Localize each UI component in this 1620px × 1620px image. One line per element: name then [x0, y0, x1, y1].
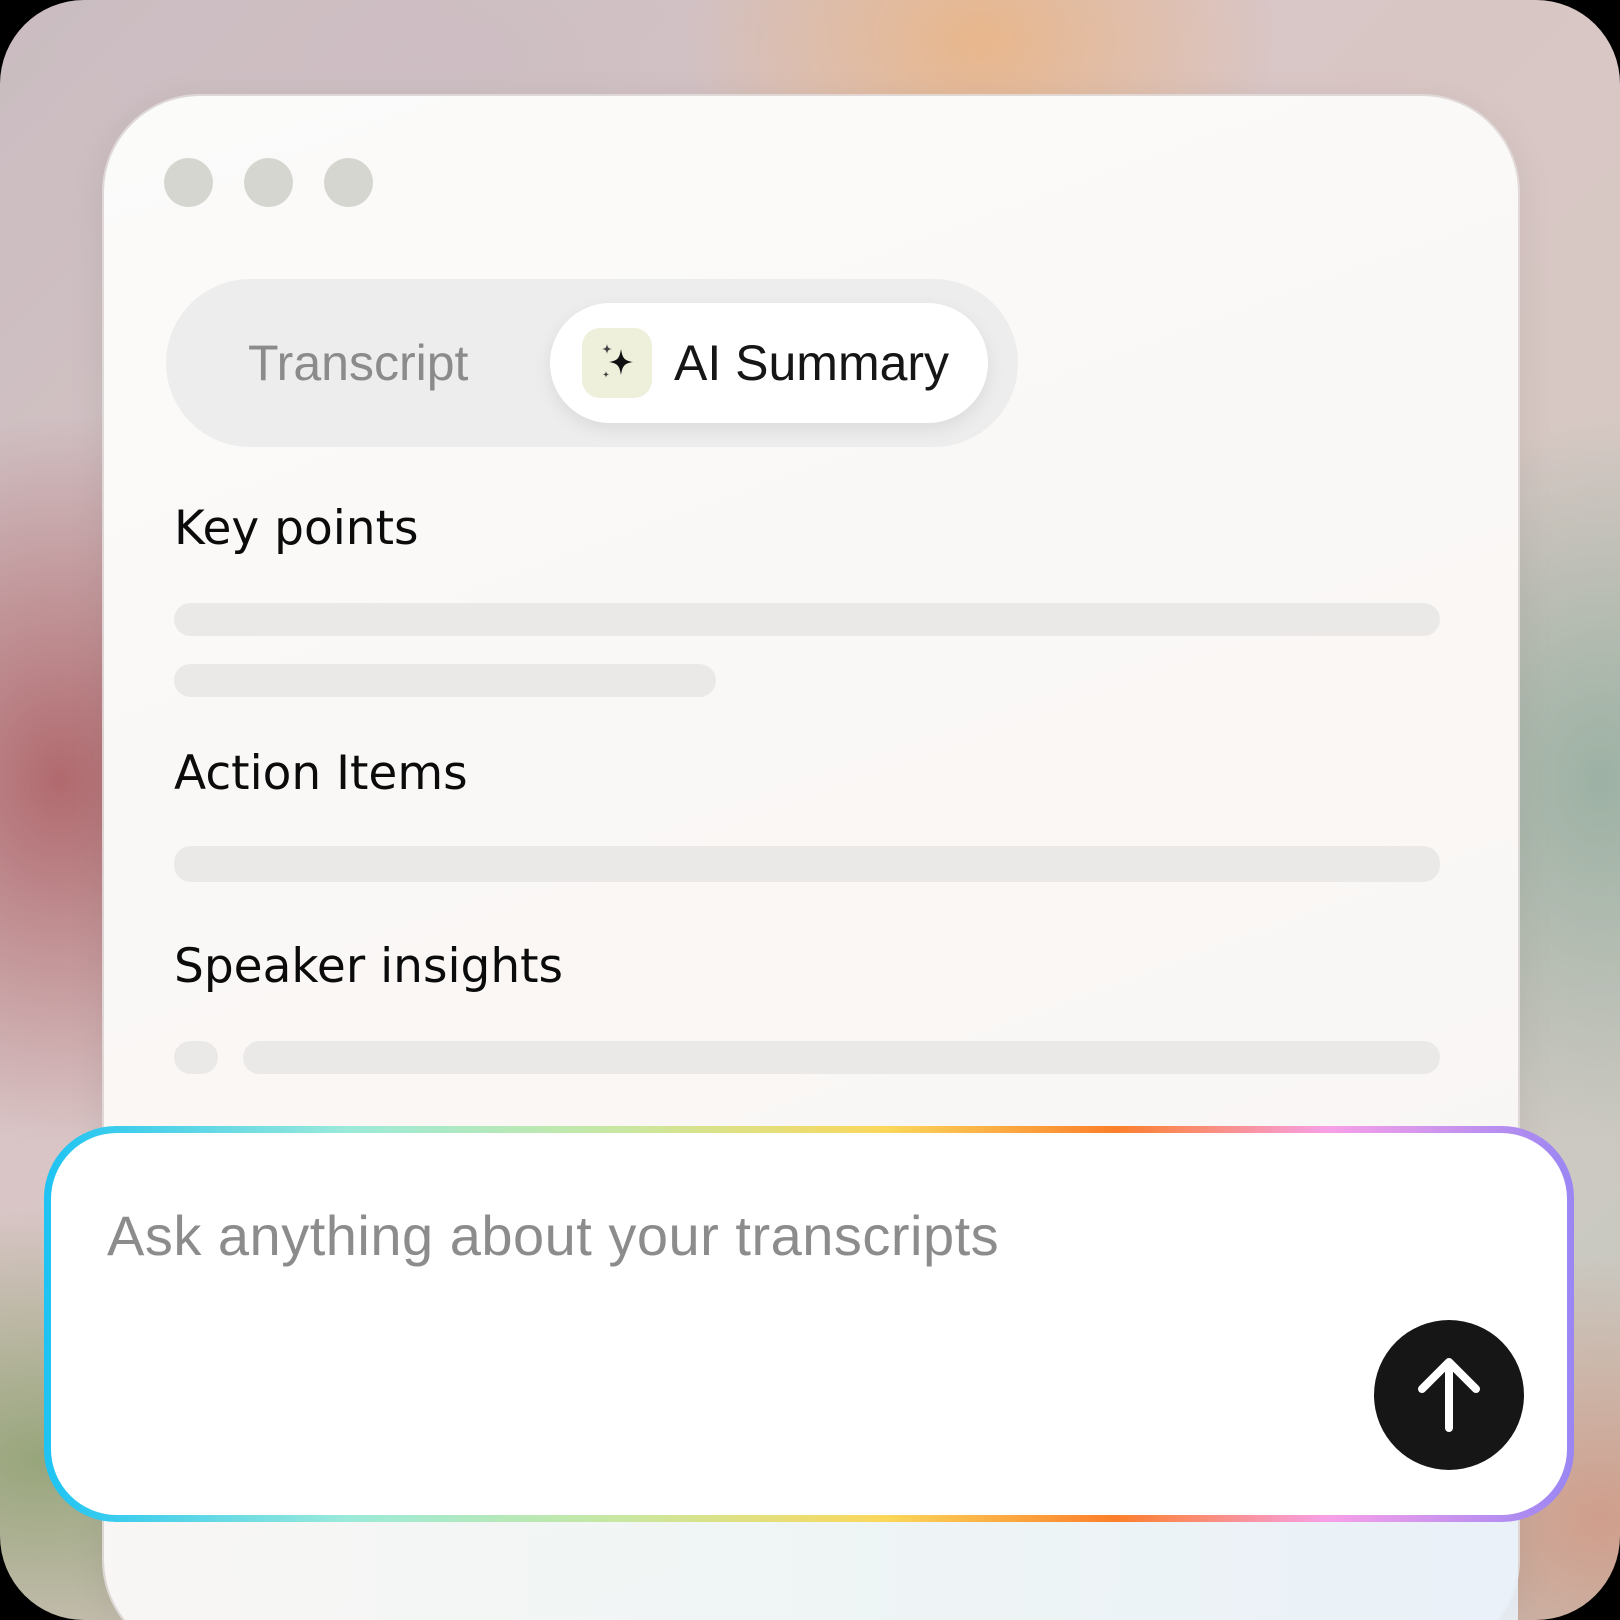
window-dot[interactable] [244, 158, 293, 207]
window-dot[interactable] [324, 158, 373, 207]
tab-transcript-label: Transcript [248, 335, 469, 391]
app-frame: Transcript AI Summary Key points Action … [0, 0, 1620, 1620]
sparkle-icon [582, 328, 652, 398]
tab-transcript[interactable]: Transcript [248, 279, 468, 447]
view-toggle: Transcript AI Summary [166, 279, 1018, 447]
speaker-avatar-placeholder [174, 1041, 218, 1074]
section-title-action-items: Action Items [174, 746, 468, 801]
placeholder-line [174, 664, 716, 697]
section-title-speaker-insights: Speaker insights [174, 939, 564, 994]
send-button[interactable] [1374, 1320, 1524, 1470]
ask-composer: Ask anything about your transcripts [44, 1126, 1574, 1522]
section-title-key-points: Key points [174, 501, 419, 556]
placeholder-line [174, 603, 1440, 636]
composer-box[interactable]: Ask anything about your transcripts [51, 1133, 1567, 1515]
tab-ai-summary-label: AI Summary [674, 335, 950, 391]
tab-ai-summary[interactable]: AI Summary [550, 303, 988, 423]
window-controls [164, 158, 373, 207]
window-dot[interactable] [164, 158, 213, 207]
placeholder-line [174, 846, 1440, 882]
ask-input[interactable]: Ask anything about your transcripts [107, 1203, 1307, 1268]
arrow-up-icon [1418, 1358, 1480, 1432]
placeholder-line [243, 1041, 1440, 1074]
